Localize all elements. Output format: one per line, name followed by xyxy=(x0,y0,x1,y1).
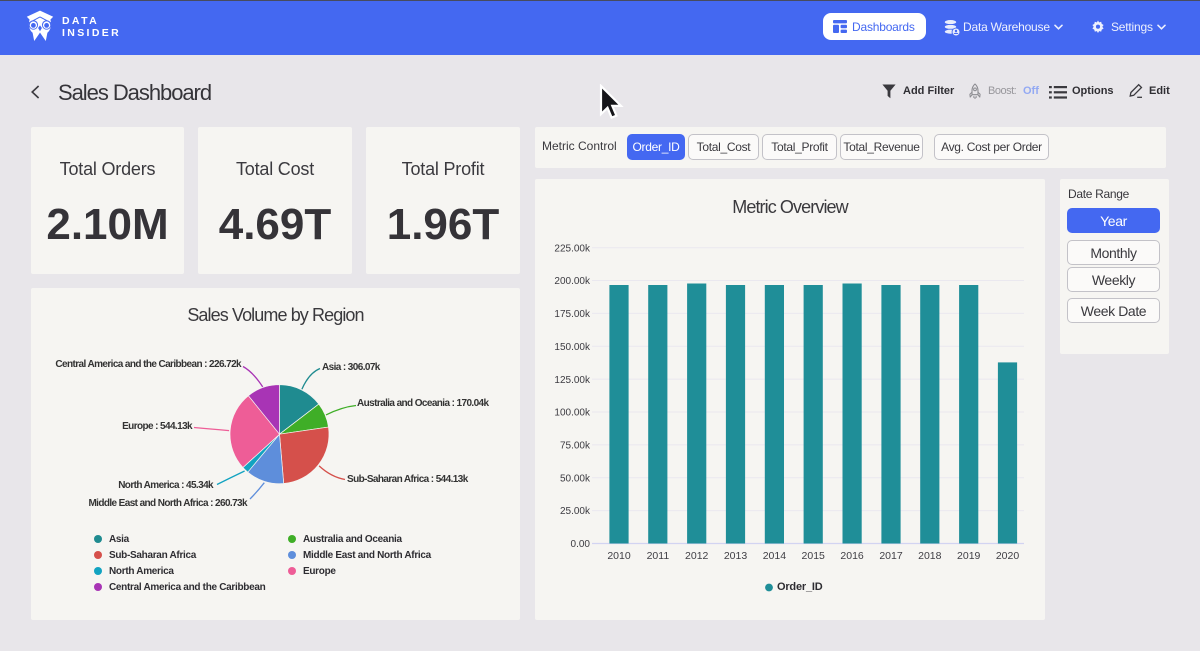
svg-text:200.00k: 200.00k xyxy=(554,276,591,287)
svg-text:2014: 2014 xyxy=(763,550,787,562)
svg-text:2017: 2017 xyxy=(879,550,903,562)
svg-text:2015: 2015 xyxy=(802,550,826,562)
svg-text:2019: 2019 xyxy=(957,550,981,562)
svg-text:2013: 2013 xyxy=(724,550,748,562)
svg-text:2012: 2012 xyxy=(685,550,709,562)
svg-text:125.00k: 125.00k xyxy=(554,375,591,386)
svg-text:2010: 2010 xyxy=(607,550,631,562)
svg-text:175.00k: 175.00k xyxy=(554,309,591,320)
svg-text:0.00: 0.00 xyxy=(571,539,591,550)
svg-text:100.00k: 100.00k xyxy=(554,408,591,419)
svg-text:2016: 2016 xyxy=(840,550,864,562)
svg-text:25.00k: 25.00k xyxy=(560,506,591,517)
svg-text:50.00k: 50.00k xyxy=(560,473,591,484)
svg-text:150.00k: 150.00k xyxy=(554,342,591,353)
svg-text:75.00k: 75.00k xyxy=(560,441,591,452)
svg-text:2020: 2020 xyxy=(996,550,1020,562)
svg-text:2018: 2018 xyxy=(918,550,942,562)
svg-text:2011: 2011 xyxy=(647,550,670,562)
svg-text:225.00k: 225.00k xyxy=(554,243,591,254)
